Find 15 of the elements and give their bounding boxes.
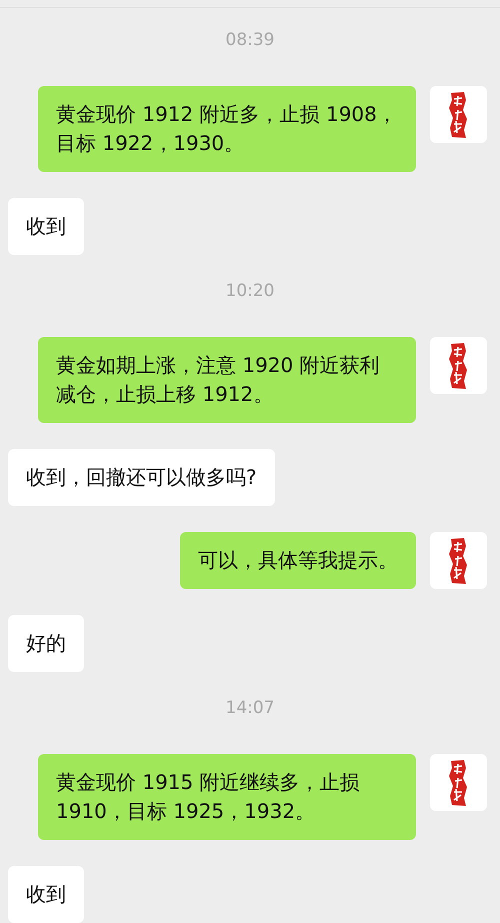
message-bubble: 好的 xyxy=(8,615,84,672)
seal-avatar-icon[interactable] xyxy=(430,754,487,811)
message-bubble: 收到 xyxy=(8,198,84,255)
message-bubble: 黄金如期上涨，注意 1920 附近获利减仓，止损上移 1912。 xyxy=(38,337,416,423)
seal-avatar-icon[interactable] xyxy=(430,532,487,589)
seal-avatar-icon[interactable] xyxy=(430,337,487,394)
timestamp: 10:20 xyxy=(226,281,274,301)
message-bubble: 黄金现价 1915 附近继续多，止损 1910，目标 1925，1932。 xyxy=(38,754,416,840)
timestamp: 08:39 xyxy=(226,30,274,50)
message-bubble: 收到，回撤还可以做多吗? xyxy=(8,449,275,506)
seal-avatar-icon[interactable] xyxy=(430,86,487,143)
message-bubble: 黄金现价 1912 附近多，止损 1908，目标 1922，1930。 xyxy=(38,86,416,172)
message-bubble: 收到 xyxy=(8,866,84,923)
message-bubble: 可以，具体等我提示。 xyxy=(180,532,416,589)
timestamp: 14:07 xyxy=(226,698,274,718)
